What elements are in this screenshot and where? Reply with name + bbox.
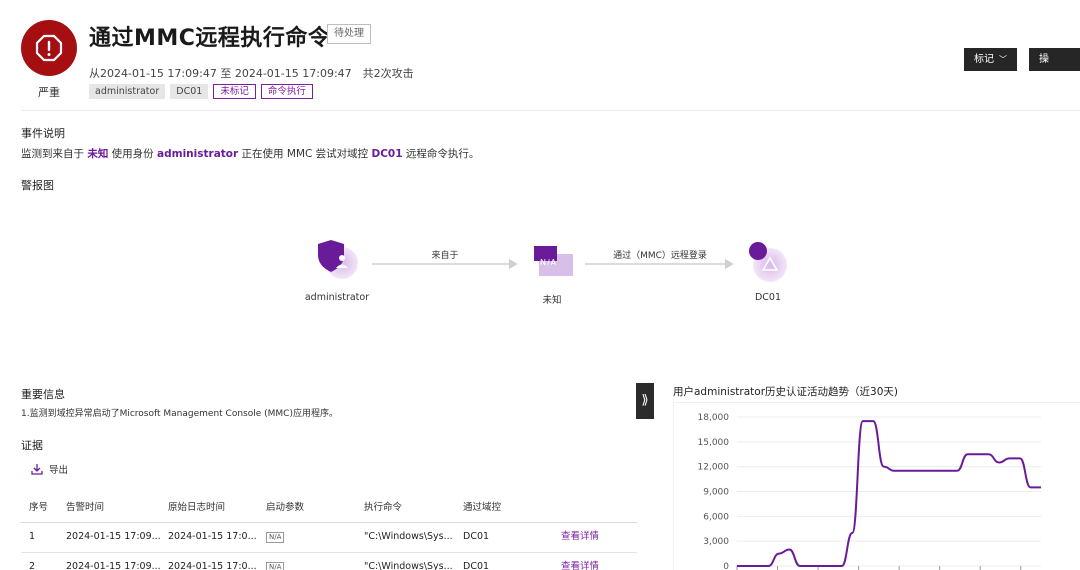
graph-section-title: 警报图 <box>21 179 54 192</box>
graph-node-label-unknown: 未知 <box>542 295 562 306</box>
operate-button[interactable]: 操作 ﹀ <box>1029 48 1080 88</box>
desc-source: 未知 <box>87 148 109 160</box>
unknown-host-badge: N/A <box>540 258 558 267</box>
column-header: 告警时间 <box>66 502 105 513</box>
cell-no: 2 <box>29 561 36 570</box>
export-label: 导出 <box>49 465 69 476</box>
desc-text: 远程命令执行。 <box>402 148 480 160</box>
table-row: 1 2024-01-15 17:09... 2024-01-15 17:0...… <box>21 523 637 553</box>
table-header-row: 序号 告警时间 原始日志时间 启动参数 执行命令 通过域控 <box>21 494 637 523</box>
operate-button-label: 操作 <box>1039 54 1049 88</box>
event-section-title: 事件说明 <box>21 127 65 140</box>
trend-chart-title: 用户administrator历史认证活动趋势（近30天) <box>673 386 898 398</box>
chevron-down-icon: ﹀ <box>1054 78 1062 87</box>
graph-edge-label-from: 来自于 <box>431 251 459 261</box>
alert-title: 通过MMC远程执行命令 <box>89 26 331 51</box>
y-tick-label: 0 <box>723 562 729 570</box>
cell-no: 1 <box>29 531 36 542</box>
graph-node-label-user: administrator <box>304 292 370 303</box>
tag-user[interactable]: administrator <box>89 84 166 99</box>
view-details-link[interactable]: 查看详情 <box>561 523 599 551</box>
desc-text: 正在使用 MMC 尝试对域控 <box>238 148 372 160</box>
alert-header: 严重 通过MMC远程执行命令 待处理 从2024-01-15 17:09:47 … <box>0 0 1080 110</box>
y-tick-label: 18,000 <box>698 413 730 423</box>
column-header: 通过域控 <box>463 502 502 513</box>
user-shield-icon[interactable] <box>318 240 358 279</box>
tag-host[interactable]: DC01 <box>170 84 209 99</box>
severity-label: 严重 <box>38 86 60 99</box>
cell-params: N/A <box>266 523 285 551</box>
cell-alert-time: 2024-01-15 17:09... <box>66 561 161 570</box>
cell-dc: DC01 <box>463 531 490 542</box>
column-header: 原始日志时间 <box>168 502 226 513</box>
cell-command: "C:\Windows\Sys... <box>364 561 453 570</box>
mark-button[interactable]: 标记 ﹀ <box>964 48 1017 71</box>
alert-time-range: 从2024-01-15 17:09:47 至 2024-01-15 17:09:… <box>89 67 414 80</box>
header-divider <box>21 110 1080 111</box>
column-header: 执行命令 <box>364 502 403 513</box>
evidence-section-title: 证据 <box>21 439 43 452</box>
desc-text: 监测到来自于 <box>21 148 88 160</box>
graph-node-label-dc: DC01 <box>754 292 782 303</box>
evidence-table: 序号 告警时间 原始日志时间 启动参数 执行命令 通过域控 1 2024-01-… <box>21 494 637 570</box>
domain-controller-icon[interactable] <box>749 242 787 282</box>
na-badge: N/A <box>266 562 285 570</box>
export-button[interactable]: 导出 <box>31 462 68 476</box>
chevron-down-icon: ﹀ <box>999 55 1007 64</box>
graph-edge-label-login: 通过（MMC）远程登录 <box>613 251 707 261</box>
status-badge: 待处理 <box>327 24 371 44</box>
cell-log-time: 2024-01-15 17:0... <box>168 561 257 570</box>
tag-mark-status[interactable]: 未标记 <box>213 84 256 99</box>
trend-chart: 18,000 15,000 12,000 9,000 6,000 3,000 0 <box>673 402 1080 570</box>
event-description: 监测到来自于 未知 使用身份 administrator 正在使用 MMC 尝试… <box>21 146 479 161</box>
desc-target: DC01 <box>371 148 403 160</box>
double-chevron-right-icon: ⟫ <box>641 393 649 408</box>
view-details-link[interactable]: 查看详情 <box>561 553 599 570</box>
important-text: 1.监测到域控异常启动了Microsoft Management Console… <box>21 409 338 419</box>
y-tick-label: 9,000 <box>703 488 729 498</box>
desc-identity: administrator <box>157 148 239 160</box>
alert-graph <box>318 240 787 282</box>
cell-params: N/A <box>266 553 285 570</box>
cell-command: "C:\Windows\Sys... <box>364 531 453 542</box>
mark-button-label: 标记 <box>974 54 994 65</box>
trend-chart-svg: 18,000 15,000 12,000 9,000 6,000 3,000 0 <box>698 413 1041 570</box>
y-tick-label: 3,000 <box>703 537 729 547</box>
column-header: 序号 <box>29 502 49 513</box>
series-line <box>737 420 1041 567</box>
y-tick-label: 15,000 <box>698 438 730 448</box>
y-tick-label: 12,000 <box>698 463 730 473</box>
cell-log-time: 2024-01-15 17:0... <box>168 531 257 542</box>
na-badge: N/A <box>266 532 285 543</box>
desc-text: 使用身份 <box>108 148 158 160</box>
tag-category[interactable]: 命令执行 <box>260 84 313 99</box>
column-header: 启动参数 <box>266 502 305 513</box>
y-tick-label: 6,000 <box>703 512 729 522</box>
important-section-title: 重要信息 <box>21 388 65 401</box>
table-row: 2 2024-01-15 17:09... 2024-01-15 17:0...… <box>21 553 637 570</box>
severity-icon <box>21 20 77 76</box>
collapse-panel-button[interactable]: ⟫ <box>636 383 654 419</box>
download-icon <box>31 464 43 475</box>
cell-alert-time: 2024-01-15 17:09... <box>66 531 161 542</box>
alert-tags: administrator DC01 未标记 命令执行 <box>89 84 313 99</box>
cell-dc: DC01 <box>463 561 490 570</box>
